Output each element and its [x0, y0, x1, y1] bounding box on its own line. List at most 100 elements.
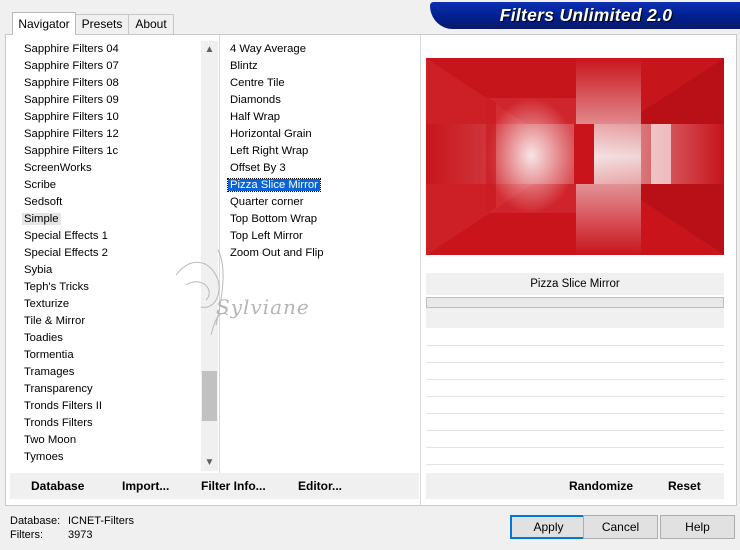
category-item-label: Special Effects 1	[24, 230, 108, 242]
watermark-logo: Sylviane	[156, 235, 336, 355]
randomize-button-label: Randomize	[569, 479, 634, 493]
filter-item[interactable]: Pizza Slice Mirror	[227, 177, 326, 194]
parameter-row	[426, 345, 724, 346]
filter-item-label: Diamonds	[230, 94, 281, 106]
category-item[interactable]: Transparency	[22, 381, 121, 398]
database-button-label: Database	[31, 479, 85, 493]
category-item-label: Sapphire Filters 07	[24, 60, 119, 72]
category-item-label: Special Effects 2	[24, 247, 108, 259]
parameter-row	[426, 396, 724, 397]
parameter-row	[426, 379, 724, 380]
category-item[interactable]: Tronds Filters	[22, 415, 121, 432]
scroll-thumb[interactable]	[202, 371, 217, 421]
category-item[interactable]: Sapphire Filters 08	[22, 75, 121, 92]
category-item-label: Sapphire Filters 04	[24, 43, 119, 55]
category-item[interactable]: Sapphire Filters 04	[22, 41, 121, 58]
category-item[interactable]: ScreenWorks	[22, 160, 121, 177]
category-item-label: ScreenWorks	[24, 162, 92, 174]
category-item[interactable]: Special Effects 2	[22, 245, 121, 262]
filter-item[interactable]: Centre Tile	[228, 75, 326, 92]
filter-item-label: Pizza Slice Mirror	[227, 178, 321, 192]
filter-item-label: Quarter corner	[230, 196, 304, 208]
tab-about[interactable]: About	[128, 14, 174, 34]
help-button-label: Help	[685, 520, 710, 534]
import-button[interactable]: Import...	[122, 479, 169, 493]
filter-item[interactable]: Left Right Wrap	[228, 143, 326, 160]
category-item[interactable]: Sapphire Filters 12	[22, 126, 121, 143]
filter-item[interactable]: Blintz	[228, 58, 326, 75]
category-item[interactable]: Sapphire Filters 07	[22, 58, 121, 75]
category-item-label: Sapphire Filters 1c	[24, 145, 119, 157]
category-item-label: Tronds Filters II	[24, 400, 103, 412]
filter-item-label: Offset By 3	[230, 162, 286, 174]
category-item[interactable]: Tile & Mirror	[22, 313, 121, 330]
filter-item-label: Half Wrap	[230, 111, 281, 123]
editor-button[interactable]: Editor...	[298, 479, 342, 493]
filter-item[interactable]: Quarter corner	[228, 194, 326, 211]
category-item[interactable]: Sapphire Filters 10	[22, 109, 121, 126]
divider	[420, 35, 421, 505]
category-item-label: Tile & Mirror	[24, 315, 86, 327]
filter-item[interactable]: Diamonds	[228, 92, 326, 109]
category-item-label: Transparency	[24, 383, 93, 395]
filter-info-button[interactable]: Filter Info...	[201, 479, 266, 493]
category-item-label: Sapphire Filters 12	[24, 128, 119, 140]
category-item[interactable]: Toadies	[22, 330, 121, 347]
category-item-label: Teph's Tricks	[24, 281, 89, 293]
import-button-label: Import...	[122, 479, 170, 493]
filter-item-label: Horizontal Grain	[230, 128, 312, 140]
database-status-value: ICNET-Filters	[68, 515, 134, 527]
filters-count-label: Filters:	[10, 529, 43, 541]
help-button[interactable]: Help	[660, 515, 735, 539]
filter-item[interactable]: Horizontal Grain	[228, 126, 326, 143]
filter-item-label: Top Bottom Wrap	[230, 213, 318, 225]
apply-button[interactable]: Apply	[510, 515, 587, 539]
filter-item[interactable]: Half Wrap	[228, 109, 326, 126]
filter-item-label: Left Right Wrap	[230, 145, 309, 157]
apply-button-label: Apply	[533, 520, 564, 534]
parameter-row	[426, 362, 724, 363]
reset-button[interactable]: Reset	[668, 479, 701, 493]
category-item[interactable]: Sybia	[22, 262, 121, 279]
filter-item[interactable]: 4 Way Average	[228, 41, 326, 58]
category-item[interactable]: Tymoes	[22, 449, 121, 466]
filter-item[interactable]: Top Bottom Wrap	[228, 211, 326, 228]
tab-navigator[interactable]: Navigator	[12, 12, 76, 35]
category-item[interactable]: Sapphire Filters 09	[22, 92, 121, 109]
category-item[interactable]: Tronds Filters II	[22, 398, 121, 415]
cancel-button[interactable]: Cancel	[583, 515, 658, 539]
category-item-label: Simple	[22, 213, 61, 225]
tab-presets-label: Presets	[81, 17, 123, 31]
randomize-button[interactable]: Randomize	[569, 479, 633, 493]
category-item[interactable]: Simple	[22, 211, 121, 228]
filter-item-label: Blintz	[230, 60, 258, 72]
category-item[interactable]: Tramages	[22, 364, 121, 381]
tab-about-label: About	[135, 17, 167, 31]
database-button[interactable]: Database	[31, 479, 84, 493]
tab-navigator-label: Navigator	[18, 17, 70, 31]
category-item[interactable]: Two Moon	[22, 432, 121, 449]
filter-item-label: 4 Way Average	[230, 43, 306, 55]
category-item[interactable]: Sedsoft	[22, 194, 121, 211]
category-item[interactable]: Texturize	[22, 296, 121, 313]
scroll-down-icon[interactable]: ▼	[201, 454, 218, 471]
watermark-text: Sylviane	[216, 295, 310, 319]
category-item-label: Tronds Filters	[24, 417, 93, 429]
filter-name-label: Pizza Slice Mirror	[426, 273, 724, 295]
scroll-up-icon[interactable]: ▲	[201, 41, 218, 58]
database-status-label: Database:	[10, 515, 61, 527]
category-item-label: Sedsoft	[24, 196, 63, 208]
editor-button-label: Editor...	[298, 479, 343, 493]
category-item[interactable]: Scribe	[22, 177, 121, 194]
category-item[interactable]: Tormentia	[22, 347, 121, 364]
category-item-label: Texturize	[24, 298, 70, 310]
category-item-label: Toadies	[24, 332, 63, 344]
category-item-label: Sybia	[24, 264, 53, 276]
category-item[interactable]: Special Effects 1	[22, 228, 121, 245]
tab-presets[interactable]: Presets	[75, 14, 129, 34]
category-item[interactable]: Sapphire Filters 1c	[22, 143, 121, 160]
category-item[interactable]: Teph's Tricks	[22, 279, 121, 296]
filter-item[interactable]: Offset By 3	[228, 160, 326, 177]
cancel-button-label: Cancel	[601, 520, 640, 534]
title-banner: Filters Unlimited 2.0	[430, 2, 740, 29]
